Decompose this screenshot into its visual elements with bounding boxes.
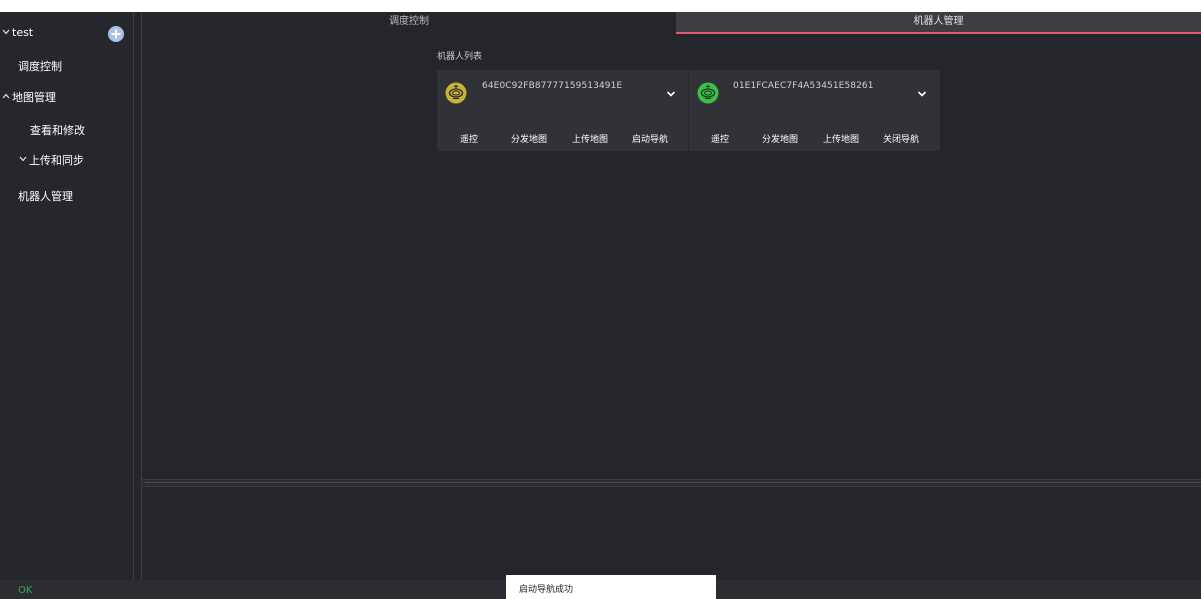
chevron-down-icon	[2, 28, 10, 38]
splitter-line	[145, 482, 1201, 483]
project-node[interactable]: test	[2, 26, 33, 39]
robot-list-title: 机器人列表	[437, 52, 483, 62]
distribute-map-button[interactable]: 分发地图	[762, 132, 798, 145]
sidebar-item-label: 查看和修改	[30, 124, 85, 137]
robot-id: 01E1FCAEC7F4A53451E58261	[733, 81, 874, 91]
stop-navigation-button[interactable]: 关闭导航	[883, 132, 919, 145]
chevron-up-icon	[2, 92, 10, 102]
sidebar-item-label: 调度控制	[18, 60, 62, 73]
add-button[interactable]	[108, 26, 124, 42]
upload-map-button[interactable]: 上传地图	[572, 132, 608, 145]
distribute-map-button[interactable]: 分发地图	[511, 132, 547, 145]
active-tab-indicator	[676, 32, 1201, 34]
robot-green-icon	[697, 82, 719, 104]
status-text: OK	[18, 585, 33, 596]
chevron-down-icon	[19, 155, 27, 165]
remote-control-button[interactable]: 遥控	[460, 132, 478, 145]
robot-id: 64E0C92FB87777159513491E	[482, 81, 623, 91]
tab-dispatch-control[interactable]: 调度控制	[142, 12, 676, 34]
start-navigation-button[interactable]: 启动导航	[632, 132, 668, 145]
tab-robot-management[interactable]: 机器人管理	[676, 12, 1201, 34]
robot-card[interactable]: 64E0C92FB87777159513491E 遥控 分发地图 上传地图 启动…	[437, 70, 689, 151]
sidebar-item-robot-management[interactable]: 机器人管理	[18, 188, 73, 204]
remote-control-button[interactable]: 遥控	[711, 132, 729, 145]
sidebar-item-label: 地图管理	[12, 91, 56, 104]
robot-card[interactable]: 01E1FCAEC7F4A53451E58261 遥控 分发地图 上传地图 关闭…	[689, 70, 940, 151]
sidebar-divider	[133, 12, 134, 580]
sidebar-item-label: 上传和同步	[29, 154, 84, 167]
toast-message: 启动导航成功	[519, 585, 574, 595]
sidebar-item-upload-sync[interactable]: 上传和同步	[19, 152, 84, 168]
chevron-down-icon[interactable]	[665, 89, 677, 99]
panel-splitter[interactable]	[142, 479, 1201, 487]
top-strip	[0, 0, 1201, 12]
tab-label: 调度控制	[389, 16, 429, 27]
sidebar-item-dispatch[interactable]: 调度控制	[18, 58, 62, 74]
sidebar-item-map-management[interactable]: 地图管理	[2, 89, 56, 105]
robot-actions: 遥控 分发地图 上传地图 关闭导航	[689, 132, 940, 146]
plus-icon	[111, 29, 121, 39]
app-window: test 调度控制 地图管理 查看和修改 上传和同步 机器人管理 调度控制 机器…	[0, 0, 1201, 599]
sidebar-item-label: 机器人管理	[18, 190, 73, 203]
chevron-down-icon[interactable]	[916, 89, 928, 99]
sidebar-divider-inner[interactable]	[141, 12, 142, 580]
robot-yellow-icon	[445, 82, 467, 104]
toast-notification: 启动导航成功	[506, 575, 716, 599]
tab-label: 机器人管理	[913, 16, 964, 27]
robot-actions: 遥控 分发地图 上传地图 启动导航	[437, 132, 689, 146]
sidebar-item-view-edit[interactable]: 查看和修改	[30, 122, 85, 138]
upload-map-button[interactable]: 上传地图	[823, 132, 859, 145]
project-name: test	[12, 26, 34, 39]
tab-bar: 调度控制 机器人管理	[142, 12, 1201, 34]
